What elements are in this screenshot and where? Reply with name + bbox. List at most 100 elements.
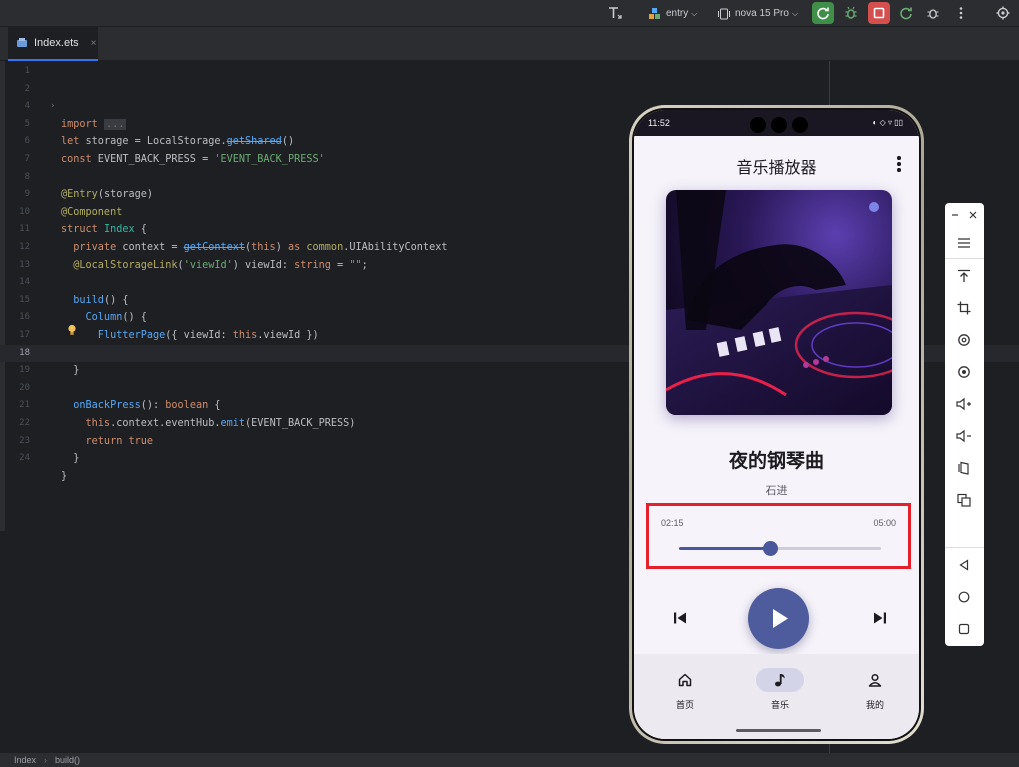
breadcrumb-separator-icon: › [44, 755, 48, 765]
divider [945, 258, 984, 259]
divider [945, 547, 984, 548]
song-title: 夜的钢琴曲 [728, 450, 824, 472]
location-icon[interactable] [953, 361, 975, 383]
code-text: } [61, 470, 68, 482]
multi-screen-icon[interactable] [953, 489, 975, 511]
line-number: 14 [19, 277, 30, 288]
camera-cutout-icon [792, 117, 808, 133]
ets-file-icon [17, 38, 27, 47]
total-time: 05:00 [873, 518, 896, 528]
nav-item-profile[interactable]: 我的 [850, 668, 900, 711]
menu-icon[interactable] [953, 232, 975, 254]
pin-top-icon[interactable] [953, 265, 975, 287]
tab-filename: Index.ets [34, 37, 79, 49]
progress-highlight-box: 02:15 05:00 [646, 503, 911, 569]
play-button[interactable] [748, 588, 809, 649]
back-triangle-icon[interactable] [953, 554, 975, 576]
tab-index-ets[interactable]: Index.ets × [8, 27, 98, 61]
line-number: 17 [19, 330, 30, 340]
recents-square-icon[interactable] [953, 618, 975, 640]
app-title: 音乐播放器 [736, 158, 817, 177]
line-number: 13 [19, 259, 30, 270]
line-number: 19 [19, 365, 30, 376]
camera-cutout-icon [771, 117, 787, 133]
progress-slider[interactable] [679, 541, 881, 556]
code-line: 2 › import ... [0, 81, 1019, 130]
volume-up-icon[interactable] [953, 393, 975, 415]
chevron-down-icon: ⌵ [791, 8, 799, 18]
module-icon [649, 7, 660, 19]
home-icon [661, 668, 709, 692]
more-options-icon[interactable] [950, 2, 972, 24]
person-icon [851, 668, 899, 692]
line-number: 23 [19, 435, 30, 446]
fold-device-icon[interactable] [953, 457, 975, 479]
line-number: 22 [19, 418, 30, 428]
nav-label: 首页 [675, 701, 694, 711]
debug-bug-icon[interactable] [840, 2, 862, 24]
bottom-navigation: 首页 音乐 我的 [634, 654, 919, 739]
code-line: 1 [0, 63, 1019, 81]
slider-thumb[interactable] [762, 541, 778, 556]
emulator-control-panel [945, 203, 984, 646]
device-icon [718, 8, 730, 19]
phone-bezel: 11:52 ◐ ◇ ▿ ▯▯ 音乐播放器 夜的钢琴曲 石进 02:15 05:0… [632, 108, 921, 741]
breadcrumb-item[interactable]: build() [55, 755, 80, 765]
device-selector[interactable]: nova 15 Pro ⌵ [718, 0, 798, 27]
top-toolbar: entry ⌵ nova 15 Pro ⌵ [0, 0, 1019, 27]
skip-previous-icon[interactable] [670, 608, 690, 628]
line-number: 5 [24, 118, 30, 129]
chevron-down-icon: ⌵ [691, 8, 698, 18]
album-cover-image [666, 190, 892, 415]
status-icons: ◐ ◇ ▿ ▯▯ [872, 118, 903, 127]
device-name: nova 15 Pro [735, 8, 789, 19]
home-circle-icon[interactable] [953, 586, 975, 608]
text-tool-icon[interactable] [604, 2, 626, 24]
line-number: 2 [24, 83, 30, 94]
play-icon [773, 609, 788, 628]
more-vert-icon[interactable] [895, 156, 903, 174]
run-reload-icon[interactable] [812, 2, 834, 24]
module-name: entry [666, 8, 689, 19]
lightbulb-icon[interactable] [67, 324, 77, 336]
line-number: 16 [19, 312, 30, 323]
line-number: 18 [19, 347, 30, 358]
breadcrumb: Index › build() [0, 753, 1019, 767]
current-time: 02:15 [661, 518, 684, 528]
editor-tab-bar: Index.ets × [0, 27, 1019, 61]
screenshot-crop-icon[interactable] [953, 297, 975, 319]
line-number: 9 [24, 189, 30, 200]
phone-emulator: 11:52 ◐ ◇ ▿ ▯▯ 音乐播放器 夜的钢琴曲 石进 02:15 05:0… [629, 105, 924, 744]
module-selector[interactable]: entry ⌵ [648, 0, 697, 27]
profiler-bug-icon[interactable] [922, 2, 944, 24]
line-number: 1 [24, 66, 30, 76]
line-number: 12 [19, 242, 30, 252]
phone-screen[interactable]: 11:52 ◐ ◇ ▿ ▯▯ 音乐播放器 夜的钢琴曲 石进 02:15 05:0… [634, 110, 919, 739]
line-number: 20 [19, 382, 30, 393]
line-number: 24 [19, 453, 30, 464]
status-time: 11:52 [648, 118, 670, 128]
home-indicator[interactable] [736, 729, 821, 732]
line-number: 10 [19, 206, 30, 217]
music-note-icon [756, 668, 804, 692]
artist-name: 石进 [765, 484, 788, 497]
progress-fill [679, 547, 770, 550]
line-number: 11 [19, 224, 30, 235]
close-tab-icon[interactable]: × [91, 38, 97, 49]
stop-icon[interactable] [868, 2, 890, 24]
minimize-icon[interactable] [947, 204, 963, 226]
volume-down-icon[interactable] [953, 425, 975, 447]
line-number: 6 [24, 136, 30, 147]
nav-label: 音乐 [770, 701, 789, 711]
rotate-icon[interactable] [953, 329, 975, 351]
line-number: 8 [24, 171, 30, 182]
breadcrumb-item[interactable]: Index [14, 755, 36, 765]
nav-item-music[interactable]: 音乐 [755, 668, 805, 711]
hot-reload-icon[interactable] [895, 2, 917, 24]
settings-icon[interactable] [992, 2, 1014, 24]
skip-next-icon[interactable] [870, 608, 890, 628]
close-icon[interactable] [965, 204, 981, 226]
nav-item-home[interactable]: 首页 [660, 668, 710, 711]
line-number: 21 [19, 400, 30, 411]
line-number: 7 [24, 154, 30, 164]
